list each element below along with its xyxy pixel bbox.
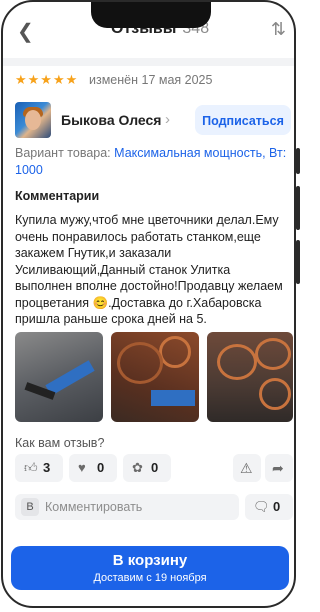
review-photos bbox=[15, 332, 293, 422]
comments-count-button[interactable]: 🗨︎ 0 bbox=[245, 494, 293, 520]
review-photo[interactable] bbox=[15, 332, 103, 422]
variant-label: Вариант товара: bbox=[15, 146, 111, 160]
feedback-question: Как вам отзыв? bbox=[15, 436, 105, 450]
warning-icon: ⚠ bbox=[240, 460, 253, 476]
comment-placeholder: Комментировать bbox=[45, 500, 143, 514]
side-button bbox=[296, 148, 300, 174]
share-button[interactable]: ➦ bbox=[265, 454, 293, 482]
divider bbox=[3, 58, 294, 66]
like-button[interactable]: 👍︎ 3 bbox=[15, 454, 63, 482]
like-count: 3 bbox=[43, 460, 51, 475]
clap-icon: ✿ bbox=[132, 460, 143, 475]
comment-bubble-icon: 🗨︎ bbox=[253, 499, 270, 514]
subscribe-button[interactable]: Подписаться bbox=[195, 105, 291, 135]
report-button[interactable]: ⚠ bbox=[233, 454, 261, 482]
avatar[interactable] bbox=[15, 102, 51, 138]
back-chevron-icon[interactable]: ❮ bbox=[17, 19, 34, 44]
user-avatar-badge: В bbox=[21, 498, 39, 516]
clap-count: 0 bbox=[151, 460, 159, 475]
comment-input[interactable]: В Комментировать bbox=[15, 494, 239, 520]
phone-frame: ❮ Отзывы 348 ⇅ ★★★★★ изменён 17 мая 2025 … bbox=[1, 0, 296, 608]
add-to-cart-button[interactable]: В корзину Доставим с 19 ноября bbox=[11, 546, 289, 590]
comments-count: 0 bbox=[273, 499, 281, 514]
comments-heading: Комментарии bbox=[15, 189, 100, 203]
side-button bbox=[296, 186, 300, 230]
cart-label: В корзину bbox=[112, 552, 188, 569]
review-photo[interactable] bbox=[111, 332, 199, 422]
heart-count: 0 bbox=[97, 460, 105, 475]
side-button bbox=[296, 240, 300, 284]
heart-icon: ♥ bbox=[78, 460, 86, 475]
clap-button[interactable]: ✿ 0 bbox=[123, 454, 171, 482]
author-row: Быкова Олеся › Подписаться bbox=[15, 102, 291, 138]
delivery-date: Доставим с 19 ноября bbox=[93, 572, 207, 584]
rating-stars: ★★★★★ bbox=[15, 72, 79, 87]
author-name[interactable]: Быкова Олеся bbox=[61, 112, 161, 128]
sort-icon[interactable]: ⇅ bbox=[271, 19, 286, 40]
review-photo[interactable] bbox=[207, 332, 293, 422]
thumbs-up-icon: 👍︎ bbox=[24, 460, 38, 475]
chevron-right-icon[interactable]: › bbox=[165, 111, 170, 128]
share-arrow-icon: ➦ bbox=[272, 460, 284, 476]
edited-date: изменён 17 мая 2025 bbox=[89, 73, 213, 87]
product-variant: Вариант товара: Максимальная мощность, В… bbox=[15, 145, 287, 179]
review-text: Купила мужу,чтоб мне цветочники делал.Ем… bbox=[15, 213, 283, 326]
heart-button[interactable]: ♥ 0 bbox=[69, 454, 117, 482]
notch bbox=[91, 2, 211, 28]
